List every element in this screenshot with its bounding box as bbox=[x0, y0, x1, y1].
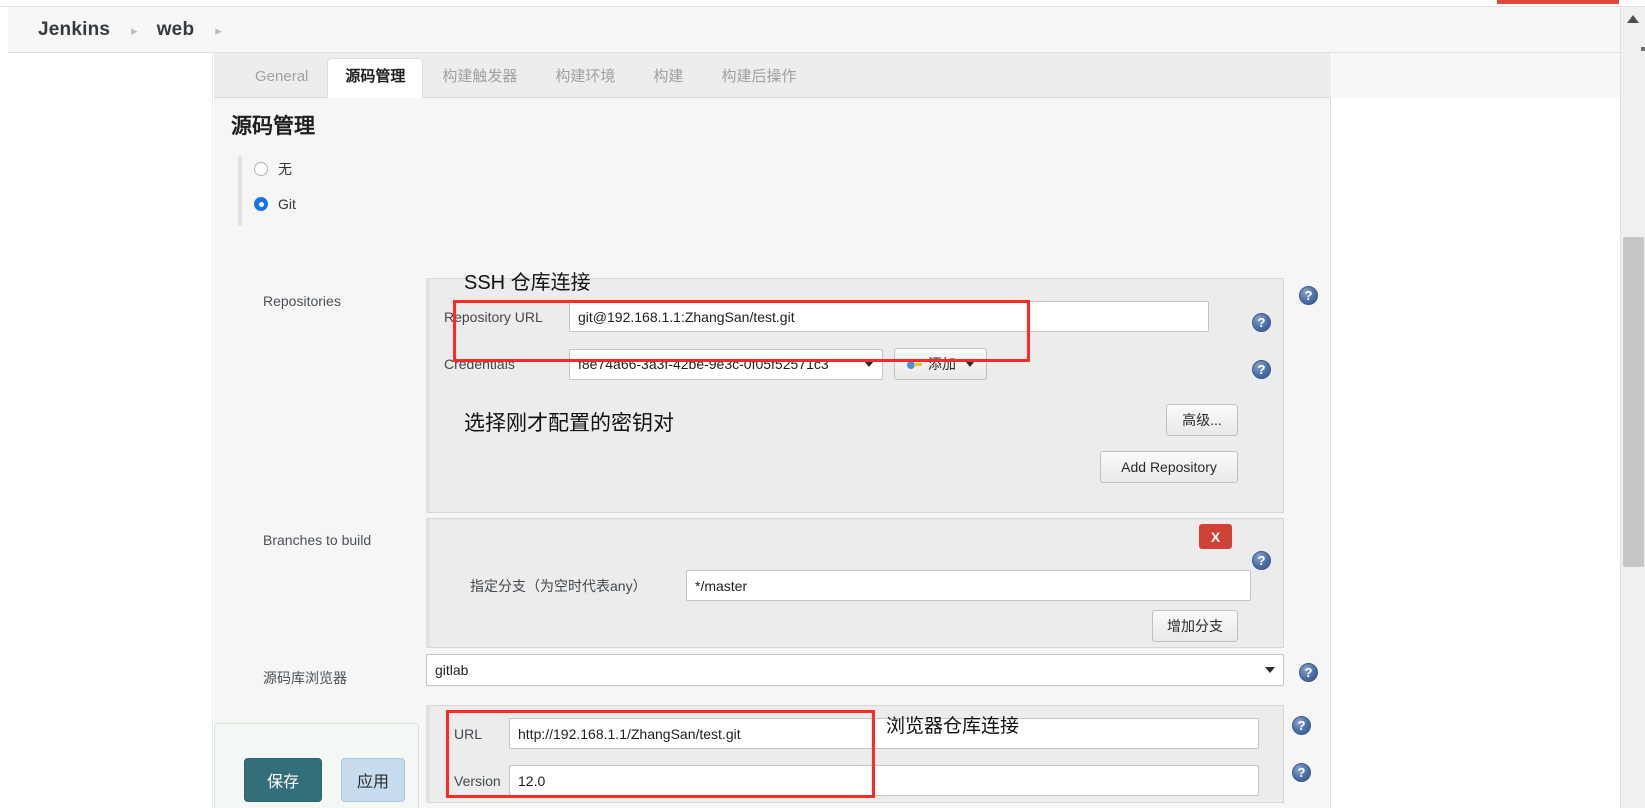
add-branch-button[interactable]: 增加分支 bbox=[1152, 610, 1238, 642]
tab-build-triggers[interactable]: 构建触发器 bbox=[423, 58, 536, 97]
save-button-label: 保存 bbox=[266, 774, 299, 791]
branches-to-build-label: Branches to build bbox=[263, 532, 372, 548]
help-icon-browser-version[interactable]: ? bbox=[1292, 763, 1311, 782]
browser-url-input[interactable] bbox=[509, 718, 1259, 749]
breadcrumb-item-web[interactable]: web bbox=[157, 19, 195, 41]
form-actions-bar: 保存 应用 bbox=[214, 723, 419, 808]
browser-version-input[interactable] bbox=[509, 765, 1259, 796]
branch-spec-label: 指定分支（为空时代表any） bbox=[470, 577, 647, 594]
browser-version-row: Version bbox=[454, 765, 1259, 796]
browser-top-strip bbox=[0, 0, 1645, 7]
add-branch-label: 增加分支 bbox=[1167, 618, 1223, 634]
repository-url-row: Repository URL bbox=[444, 301, 1209, 332]
repo-browser-label: 源码库浏览器 bbox=[263, 670, 347, 686]
page-body: General 源码管理 构建触发器 构建环境 构建 构建后操作 源码管理 无 … bbox=[8, 53, 1620, 808]
key-icon bbox=[907, 359, 922, 370]
scm-option-git-label: Git bbox=[278, 196, 296, 212]
advanced-button[interactable]: 高级... bbox=[1166, 404, 1238, 436]
repository-url-label: Repository URL bbox=[444, 308, 543, 325]
scrollbar-thumb[interactable] bbox=[1623, 237, 1644, 567]
add-credential-button[interactable]: 添加 bbox=[894, 348, 987, 380]
repositories-label: Repositories bbox=[263, 293, 341, 309]
add-credential-label: 添加 bbox=[928, 356, 956, 372]
repository-url-input[interactable] bbox=[569, 301, 1209, 332]
scm-option-none-label: 无 bbox=[278, 161, 292, 177]
scroll-marker bbox=[1641, 47, 1645, 51]
add-repository-label: Add Repository bbox=[1121, 459, 1217, 475]
help-icon-branch-spec[interactable]: ? bbox=[1252, 551, 1271, 570]
tab-source-code-management[interactable]: 源码管理 bbox=[327, 58, 424, 98]
chevron-right-icon: ▸ bbox=[131, 22, 138, 38]
help-icon-browser-url[interactable]: ? bbox=[1292, 716, 1311, 735]
breadcrumb: Jenkins ▸ web ▸ bbox=[8, 7, 1620, 53]
help-icon-repository-url[interactable]: ? bbox=[1252, 313, 1271, 332]
apply-button-label: 应用 bbox=[356, 774, 389, 791]
page-scrollbar[interactable] bbox=[1620, 7, 1645, 808]
right-top-strip bbox=[1332, 53, 1620, 98]
branch-spec-input[interactable] bbox=[686, 570, 1251, 601]
save-button[interactable]: 保存 bbox=[244, 758, 322, 802]
advanced-label: 高级... bbox=[1182, 412, 1222, 428]
tab-general[interactable]: General bbox=[236, 58, 327, 97]
caret-down-icon bbox=[966, 361, 974, 367]
annotation-browser-repo-connection: 浏览器仓库连接 bbox=[886, 716, 1020, 737]
browser-version-label: Version bbox=[454, 772, 501, 789]
config-tab-strip: General 源码管理 构建触发器 构建环境 构建 构建后操作 bbox=[214, 53, 1331, 98]
right-blank-column bbox=[1332, 98, 1620, 808]
repo-browser-select-wrap: gitlab bbox=[426, 654, 1284, 686]
tab-build-environment[interactable]: 构建环境 bbox=[536, 58, 634, 97]
credentials-select[interactable]: f8e74a66-3a3f-42be-9e3c-0f05f52571c3 bbox=[569, 348, 883, 380]
credentials-label: Credentials bbox=[444, 356, 515, 372]
scm-radio-group: 无 Git bbox=[238, 156, 1318, 226]
help-icon-repo-browser[interactable]: ? bbox=[1299, 663, 1318, 682]
scm-option-git[interactable]: Git bbox=[254, 191, 1318, 217]
page-title: 源码管理 bbox=[231, 115, 315, 138]
browser-url-label: URL bbox=[454, 725, 483, 742]
add-repository-button[interactable]: Add Repository bbox=[1100, 451, 1238, 483]
annotation-select-keypair: 选择刚才配置的密钥对 bbox=[464, 412, 674, 435]
credentials-select-wrap: f8e74a66-3a3f-42be-9e3c-0f05f52571c3 bbox=[569, 348, 883, 380]
help-icon-credentials[interactable]: ? bbox=[1252, 360, 1271, 379]
branches-block: X 指定分支（为空时代表any） 增加分支 bbox=[426, 518, 1284, 648]
radio-icon-none[interactable] bbox=[254, 162, 268, 176]
credentials-row: Credentials f8e74a66-3a3f-42be-9e3c-0f05… bbox=[444, 348, 987, 380]
tab-post-build-actions[interactable]: 构建后操作 bbox=[702, 58, 815, 97]
help-icon-repositories[interactable]: ? bbox=[1299, 286, 1318, 305]
radio-icon-git[interactable] bbox=[254, 197, 268, 211]
scm-option-none[interactable]: 无 bbox=[254, 156, 1318, 182]
browser-red-indicator bbox=[1497, 0, 1619, 4]
breadcrumb-item-jenkins[interactable]: Jenkins bbox=[38, 19, 110, 41]
repo-browser-detail-block: URL Version bbox=[426, 705, 1284, 803]
repositories-block: Repository URL Credentials f8e74a66-3a3f… bbox=[426, 278, 1284, 513]
delete-branch-button[interactable]: X bbox=[1199, 524, 1232, 549]
chevron-right-icon: ▸ bbox=[215, 22, 222, 38]
left-gutter bbox=[8, 53, 213, 808]
annotation-ssh-repo-connection: SSH 仓库连接 bbox=[464, 272, 591, 294]
scm-config-panel: 源码管理 无 Git SSH 仓库连接 Repositories Reposit… bbox=[214, 98, 1331, 808]
browser-url-row: URL bbox=[454, 718, 1259, 749]
scroll-up-arrow-icon[interactable] bbox=[1627, 15, 1639, 23]
tab-build[interactable]: 构建 bbox=[634, 58, 702, 97]
delete-branch-label: X bbox=[1210, 528, 1221, 545]
repo-browser-select[interactable]: gitlab bbox=[426, 654, 1284, 686]
apply-button[interactable]: 应用 bbox=[341, 758, 405, 802]
branch-spec-row: 指定分支（为空时代表any） bbox=[470, 570, 1251, 601]
